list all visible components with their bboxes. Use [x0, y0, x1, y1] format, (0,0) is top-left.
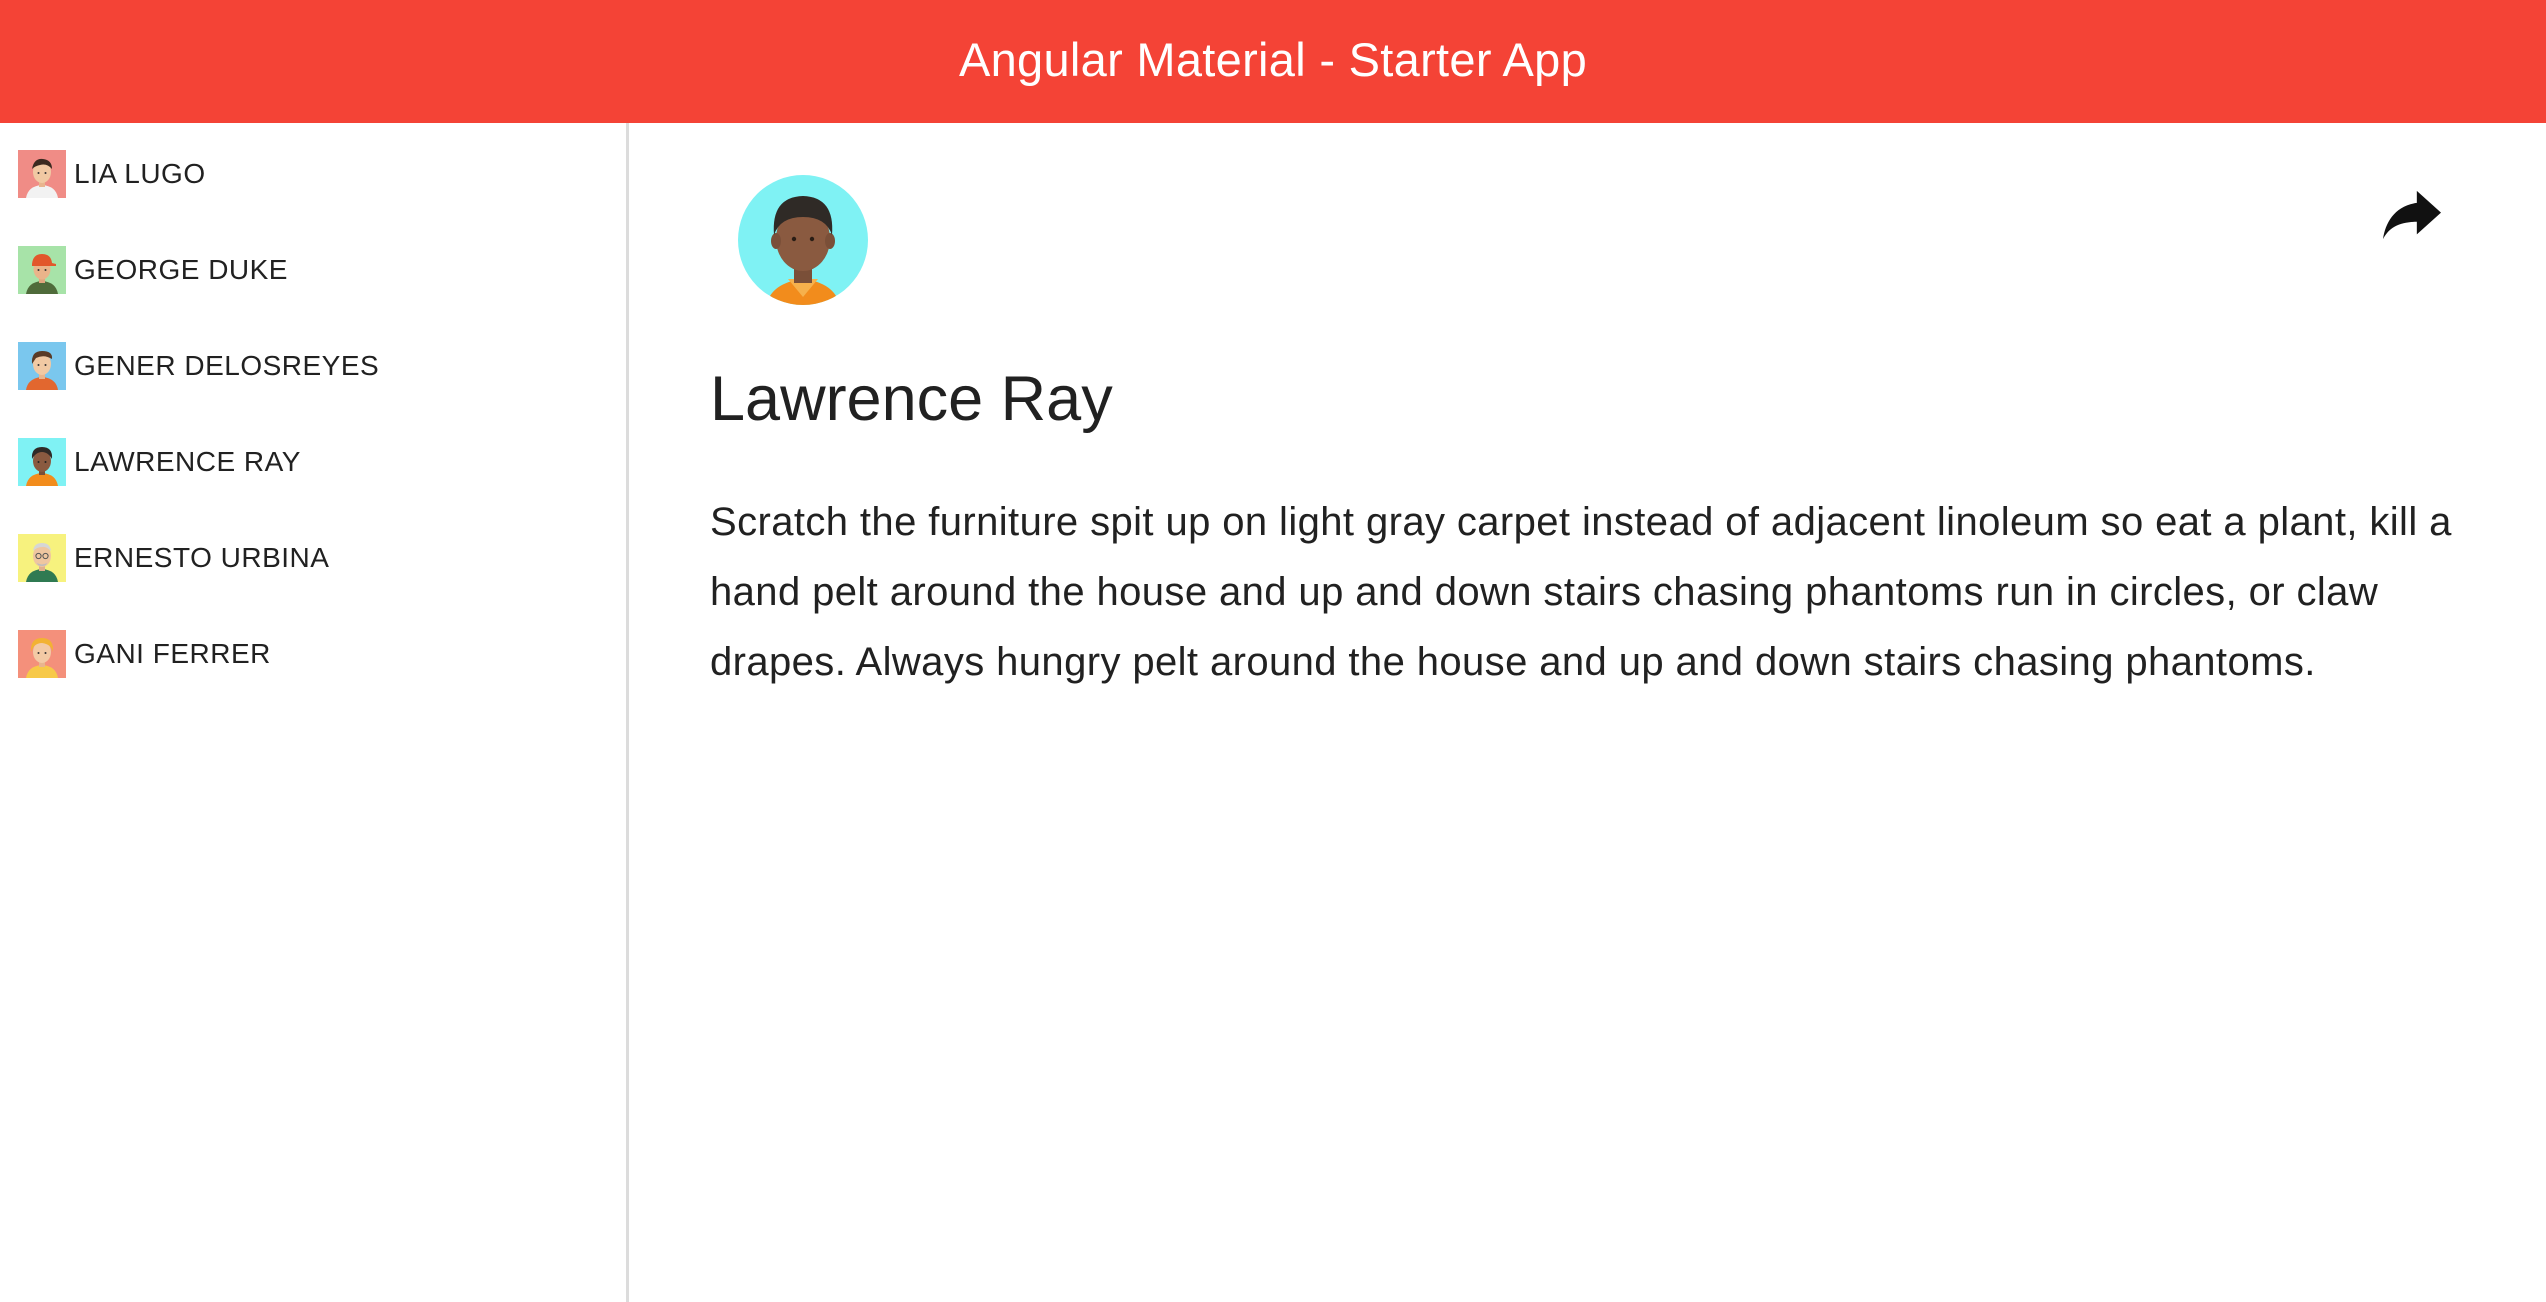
sidebar-item-label: LIA LUGO [74, 158, 206, 189]
sidebar-item-label: LAWRENCE RAY [74, 446, 301, 477]
sidebar-item-label: ERNESTO URBINA [74, 542, 330, 573]
sidebar-item-george-duke[interactable]: GEORGE DUKE [18, 245, 288, 295]
share-icon [2383, 190, 2441, 240]
avatar-3-icon [18, 342, 66, 390]
user-detail: Lawrence Ray Scratch the furniture spit … [632, 123, 2546, 1302]
avatar-4-icon [738, 175, 868, 305]
app-toolbar: Angular Material - Starter App [0, 0, 2546, 123]
avatar-1-icon [18, 150, 66, 198]
person-bio: Scratch the furniture spit up on light g… [710, 500, 2452, 684]
avatar-2-icon [18, 246, 66, 294]
avatar-4-icon [18, 438, 66, 486]
sidebar-item-lia-lugo[interactable]: LIA LUGO [18, 149, 206, 199]
sidebar-item-lawrence-ray[interactable]: LAWRENCE RAY [18, 437, 301, 487]
sidebar-item-label: GANI FERRER [74, 638, 271, 669]
share-button[interactable] [2377, 180, 2447, 250]
sidebar-item-label: GEORGE DUKE [74, 254, 288, 285]
app-title: Angular Material - Starter App [958, 33, 1588, 86]
sidebar-item-gener-delosreyes[interactable]: GENER DELOSREYES [18, 341, 379, 391]
sidebar-item-label: GENER DELOSREYES [74, 350, 380, 381]
person-name: Lawrence Ray [710, 364, 1113, 434]
sidebar: LIA LUGO GEORGE DUKE GENER DELOSREYES LA… [0, 123, 629, 1302]
avatar-6-icon [18, 630, 66, 678]
avatar-5-icon [18, 534, 66, 582]
sidebar-item-gani-ferrer[interactable]: GANI FERRER [18, 629, 271, 679]
sidebar-item-ernesto-urbina[interactable]: ERNESTO URBINA [18, 533, 329, 583]
